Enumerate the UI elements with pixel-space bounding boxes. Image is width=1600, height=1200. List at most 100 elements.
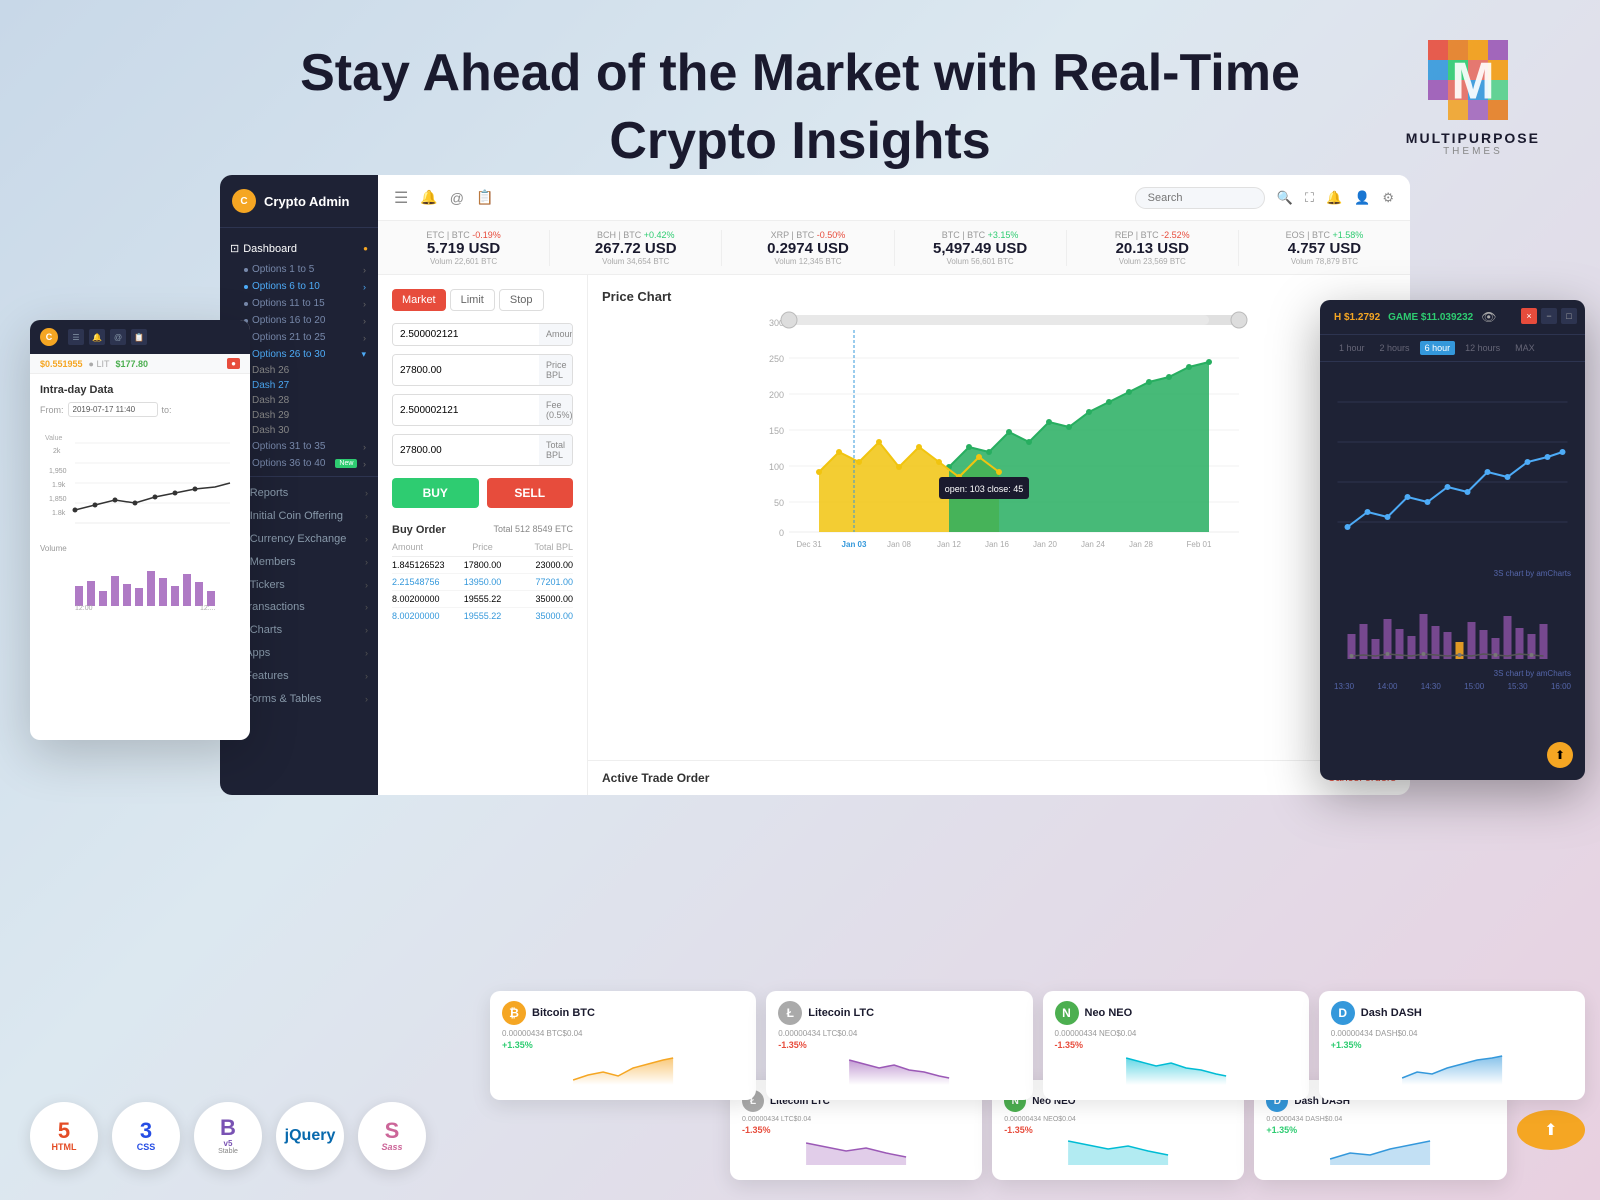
rw-eye-icon[interactable]: 👁: [1481, 310, 1496, 324]
fee-label: Fee (0.5%): [539, 395, 573, 425]
brand-name-text: MULTIPURPOSE: [1406, 130, 1540, 146]
sidebar-sub-opt6[interactable]: Options 6 to 10›: [220, 278, 378, 295]
ticker-item-1: BCH | BTC +0.42% 267.72 USD Volum 34,654…: [550, 230, 722, 266]
order-row: 8.0020000019555.2235000.00: [392, 591, 573, 608]
currency-cards-strip: ₿ Bitcoin BTC 0.00000434 BTC$0.04 +1.35%…: [490, 991, 1585, 1100]
rw-close-btn[interactable]: ×: [1521, 308, 1537, 324]
rw-min-btn[interactable]: −: [1541, 308, 1557, 324]
at-icon[interactable]: @: [450, 190, 464, 206]
rw-bottom-label: 3S chart by amCharts: [1334, 669, 1571, 678]
svg-text:1.8k: 1.8k: [52, 510, 66, 517]
sw-bar-chart-svg: 12:00 12:...: [40, 556, 240, 611]
hamburger-icon[interactable]: ☰: [394, 188, 408, 208]
tf-12hours[interactable]: 12 hours: [1460, 341, 1505, 355]
chart-panel: Price Chart 300 250 200: [588, 275, 1410, 795]
price-field: Price BPL: [392, 354, 573, 386]
svg-text:Dec 31: Dec 31: [796, 540, 822, 549]
btc-mini-chart: [502, 1050, 744, 1085]
tab-stop[interactable]: Stop: [499, 289, 544, 311]
tf-1hour[interactable]: 1 hour: [1334, 341, 1370, 355]
ltc-change: -1.35%: [778, 1040, 1020, 1050]
css-icon: 3: [140, 1120, 152, 1142]
sidebar-sub-opt1[interactable]: Options 1 to 5›: [220, 261, 378, 278]
amount-field: Amount BTC: [392, 323, 573, 346]
cc-dash-header: D Dash DASH: [1331, 1001, 1573, 1025]
sw-icon-clip[interactable]: 📋: [131, 329, 147, 345]
content-area: Market Limit Stop Amount BTC Price BPL: [378, 275, 1410, 795]
ltc-mini-chart: [778, 1050, 1020, 1085]
fee-input[interactable]: [393, 395, 539, 425]
sidebar-sub-opt11[interactable]: Options 11 to 15›: [220, 295, 378, 312]
search-input[interactable]: [1135, 187, 1265, 209]
sw-line-chart: Value 2k 1,950 1.9k 1,850 1.8k: [40, 425, 240, 535]
svg-text:50: 50: [774, 498, 784, 508]
search-icon[interactable]: 🔍: [1277, 190, 1293, 206]
svg-text:0: 0: [779, 528, 784, 538]
sw-icons: ☰ 🔔 @ 📋: [68, 329, 147, 345]
svg-text:200: 200: [769, 390, 784, 400]
svg-text:Jan 24: Jan 24: [1081, 540, 1106, 549]
sw-from-input[interactable]: [68, 402, 158, 417]
buy-button[interactable]: BUY: [392, 478, 479, 508]
sw-ticker-bar: $0.551955 ● LIT $177.80 ●: [30, 354, 250, 374]
sw-date-row: From: to:: [40, 402, 240, 417]
rw-main-chart: [1334, 372, 1571, 562]
tab-market[interactable]: Market: [392, 289, 446, 311]
svg-text:1.9k: 1.9k: [52, 482, 66, 489]
sell-button[interactable]: SELL: [487, 478, 574, 508]
btc-change: +1.35%: [502, 1040, 744, 1050]
fee-field: Fee (0.5%): [392, 394, 573, 426]
ticker-item-3: BTC | BTC +3.15% 5,497.49 USD Volum 56,6…: [895, 230, 1067, 266]
sw-icon-bell[interactable]: 🔔: [89, 329, 105, 345]
badge-bootstrap: B v5 Stable: [194, 1102, 262, 1170]
price-label: Price BPL: [539, 355, 573, 385]
active-trade-area: Active Trade Order Cancel orders: [588, 761, 1410, 795]
chart-title: Price Chart: [602, 289, 1396, 304]
sw-volume-bars: Volume 12:00 12:...: [40, 544, 240, 616]
col-amount: Amount: [392, 542, 452, 552]
order-row: 2.2154875613950.0077201.00: [392, 574, 573, 591]
col-price: Price: [452, 542, 512, 552]
sidebar-item-dashboard[interactable]: ⊡ Dashboard ●: [220, 236, 378, 261]
top-nav: ☰ 🔔 @ 📋 🔍 ⛶ 🔔 👤 ⚙: [378, 175, 1410, 221]
dash-change: +1.35%: [1331, 1040, 1573, 1050]
svg-text:150: 150: [769, 426, 784, 436]
clipboard-icon[interactable]: 📋: [476, 189, 493, 206]
order-row: 8.0020000019555.2235000.00: [392, 608, 573, 624]
sw-icon-at[interactable]: @: [110, 329, 126, 345]
ticker-item-2: XRP | BTC -0.50% 0.2974 USD Volum 12,345…: [722, 230, 894, 266]
tf-max[interactable]: MAX: [1510, 341, 1540, 355]
amount-input[interactable]: [393, 324, 539, 345]
total-input[interactable]: [393, 435, 539, 465]
notification-icon[interactable]: 🔔: [1326, 190, 1342, 206]
user-icon[interactable]: 👤: [1354, 190, 1370, 206]
currency-card-neo: N Neo NEO 0.00000434 NEO$0.04 -1.35%: [1043, 991, 1309, 1100]
neo-change: -1.35%: [1055, 1040, 1297, 1050]
price-input[interactable]: [393, 355, 539, 385]
cc-btc-header: ₿ Bitcoin BTC: [502, 1001, 744, 1025]
svg-text:Jan 16: Jan 16: [985, 540, 1010, 549]
active-trade-title: Active Trade Order: [602, 771, 709, 785]
svg-text:12:00: 12:00: [75, 605, 93, 611]
btc-icon: ₿: [502, 1001, 526, 1025]
tf-2hours[interactable]: 2 hours: [1375, 341, 1415, 355]
settings-icon[interactable]: ⚙: [1382, 190, 1394, 206]
btc-name: Bitcoin BTC: [532, 1007, 595, 1019]
bell-icon[interactable]: 🔔: [420, 189, 437, 206]
rw-max-btn[interactable]: □: [1561, 308, 1577, 324]
page-title: Stay Ahead of the Market with Real-Time …: [0, 40, 1600, 175]
sw-icon-menu[interactable]: ☰: [68, 329, 84, 345]
col-total: Total BPL: [513, 542, 573, 552]
ticker-item-4: REP | BTC -2.52% 20.13 USD Volum 23,569 …: [1067, 230, 1239, 266]
rw-action-button[interactable]: ⬆: [1547, 742, 1573, 768]
action-btn-orange[interactable]: ⬆: [1517, 1110, 1585, 1150]
ltc-icon: Ł: [778, 1001, 802, 1025]
neo-name: Neo NEO: [1085, 1007, 1133, 1019]
fullscreen-icon[interactable]: ⛶: [1305, 190, 1314, 206]
order-buttons: BUY SELL: [392, 478, 573, 508]
sw-top-bar: C ☰ 🔔 @ 📋: [30, 320, 250, 354]
tf-6hour[interactable]: 6 hour: [1420, 341, 1456, 355]
svg-text:1,950: 1,950: [49, 468, 67, 475]
tab-limit[interactable]: Limit: [450, 289, 495, 311]
total-field: Total BPL: [392, 434, 573, 466]
